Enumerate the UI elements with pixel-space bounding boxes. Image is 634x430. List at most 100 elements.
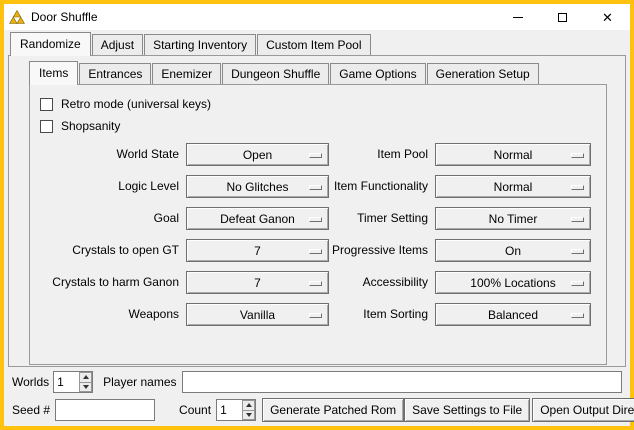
item-functionality-label: Item Functionality: [329, 175, 435, 198]
accessibility-value: 100% Locations: [470, 276, 555, 290]
menu-indicator-icon: [309, 313, 322, 318]
window-title: Door Shuffle: [31, 10, 98, 24]
seed-row: Seed # Count Generate Patched Rom Save S…: [12, 398, 622, 422]
crystals-gt-value: 7: [254, 244, 261, 258]
worlds-spin-down[interactable]: [79, 383, 92, 393]
goal-label: Goal: [40, 207, 186, 230]
retro-mode-check-row[interactable]: Retro mode (universal keys): [40, 93, 596, 115]
menu-indicator-icon: [571, 217, 584, 222]
world-state-dropdown[interactable]: Open: [186, 143, 329, 166]
tab-entrances[interactable]: Entrances: [79, 63, 151, 84]
shopsanity-checkbox[interactable]: [40, 120, 53, 133]
tab-game-options[interactable]: Game Options: [330, 63, 425, 84]
menu-indicator-icon: [309, 281, 322, 286]
item-pool-dropdown[interactable]: Normal: [435, 143, 591, 166]
crystals-ganon-label: Crystals to harm Ganon: [40, 271, 186, 294]
close-button[interactable]: ✕: [585, 4, 630, 30]
progressive-items-dropdown[interactable]: On: [435, 239, 591, 262]
options-grid: World State Open Item Pool Normal Logic …: [40, 143, 596, 326]
items-pane: Retro mode (universal keys) Shopsanity W…: [29, 84, 607, 365]
menu-indicator-icon: [571, 281, 584, 286]
accessibility-label: Accessibility: [329, 271, 435, 294]
shopsanity-check-row[interactable]: Shopsanity: [40, 115, 596, 137]
minimize-icon: [513, 17, 523, 18]
outer-tabstrip: Randomize Adjust Starting Inventory Cust…: [8, 32, 626, 55]
item-functionality-dropdown[interactable]: Normal: [435, 175, 591, 198]
tab-custom-item-pool[interactable]: Custom Item Pool: [257, 34, 370, 55]
count-input[interactable]: [217, 400, 242, 420]
world-state-value: Open: [243, 148, 272, 162]
crystals-gt-dropdown[interactable]: 7: [186, 239, 329, 262]
inner-tabstrip: Items Entrances Enemizer Dungeon Shuffle…: [29, 61, 625, 84]
spin-up-icon: [83, 375, 89, 379]
minimize-button[interactable]: [495, 4, 540, 30]
caption-buttons: ✕: [495, 4, 630, 30]
window-body: Randomize Adjust Starting Inventory Cust…: [4, 30, 630, 426]
tab-items[interactable]: Items: [29, 61, 78, 85]
retro-mode-checkbox[interactable]: [40, 98, 53, 111]
worlds-spin-up[interactable]: [79, 372, 92, 383]
progressive-items-value: On: [505, 244, 521, 258]
worlds-row: Worlds Player names: [12, 370, 622, 394]
weapons-dropdown[interactable]: Vanilla: [186, 303, 329, 326]
weapons-value: Vanilla: [240, 308, 275, 322]
goal-dropdown[interactable]: Defeat Ganon: [186, 207, 329, 230]
world-state-label: World State: [40, 143, 186, 166]
randomize-pane: Items Entrances Enemizer Dungeon Shuffle…: [8, 55, 626, 367]
crystals-gt-label: Crystals to open GT: [40, 239, 186, 262]
menu-indicator-icon: [571, 249, 584, 254]
menu-indicator-icon: [571, 313, 584, 318]
item-sorting-dropdown[interactable]: Balanced: [435, 303, 591, 326]
open-output-directory-button[interactable]: Open Output Directory: [532, 398, 634, 422]
tab-starting-inventory[interactable]: Starting Inventory: [144, 34, 256, 55]
save-settings-button[interactable]: Save Settings to File: [404, 398, 530, 422]
count-label: Count: [179, 403, 211, 417]
generate-patched-rom-button[interactable]: Generate Patched Rom: [262, 398, 404, 422]
titlebar: Door Shuffle ✕: [4, 4, 630, 30]
timer-setting-label: Timer Setting: [329, 207, 435, 230]
player-names-input[interactable]: [182, 371, 623, 393]
seed-input[interactable]: [55, 399, 155, 421]
count-spin-down[interactable]: [242, 411, 255, 421]
logic-level-label: Logic Level: [40, 175, 186, 198]
progressive-items-label: Progressive Items: [329, 239, 435, 262]
worlds-input[interactable]: [54, 372, 79, 392]
count-spinbox[interactable]: [216, 399, 256, 421]
menu-indicator-icon: [571, 185, 584, 190]
worlds-spinbox[interactable]: [53, 371, 93, 393]
close-icon: ✕: [602, 11, 613, 24]
tab-adjust[interactable]: Adjust: [92, 34, 143, 55]
item-functionality-value: Normal: [494, 180, 533, 194]
maximize-button[interactable]: [540, 4, 585, 30]
footer: Worlds Player names Seed # Count: [8, 370, 626, 422]
window: Door Shuffle ✕ Randomize Adjust Starting…: [0, 0, 634, 430]
worlds-label: Worlds: [12, 375, 49, 389]
item-sorting-value: Balanced: [488, 308, 538, 322]
weapons-label: Weapons: [40, 303, 186, 326]
spin-down-icon: [246, 413, 252, 417]
menu-indicator-icon: [309, 153, 322, 158]
accessibility-dropdown[interactable]: 100% Locations: [435, 271, 591, 294]
logic-level-value: No Glitches: [226, 180, 288, 194]
seed-label: Seed #: [12, 403, 50, 417]
tab-dungeon-shuffle[interactable]: Dungeon Shuffle: [222, 63, 329, 84]
shopsanity-label: Shopsanity: [61, 119, 120, 133]
logic-level-dropdown[interactable]: No Glitches: [186, 175, 329, 198]
spin-up-icon: [246, 403, 252, 407]
worlds-spin-arrows: [79, 372, 92, 392]
menu-indicator-icon: [309, 217, 322, 222]
item-pool-value: Normal: [494, 148, 533, 162]
timer-setting-dropdown[interactable]: No Timer: [435, 207, 591, 230]
crystals-ganon-value: 7: [254, 276, 261, 290]
retro-mode-label: Retro mode (universal keys): [61, 97, 211, 111]
maximize-icon: [558, 13, 567, 22]
crystals-ganon-dropdown[interactable]: 7: [186, 271, 329, 294]
app-icon: [9, 9, 25, 25]
count-spin-arrows: [242, 400, 255, 420]
tab-generation-setup[interactable]: Generation Setup: [427, 63, 539, 84]
player-names-label: Player names: [103, 375, 176, 389]
tab-enemizer[interactable]: Enemizer: [152, 63, 221, 84]
tab-randomize[interactable]: Randomize: [10, 32, 91, 56]
count-spin-up[interactable]: [242, 400, 255, 411]
item-pool-label: Item Pool: [329, 143, 435, 166]
